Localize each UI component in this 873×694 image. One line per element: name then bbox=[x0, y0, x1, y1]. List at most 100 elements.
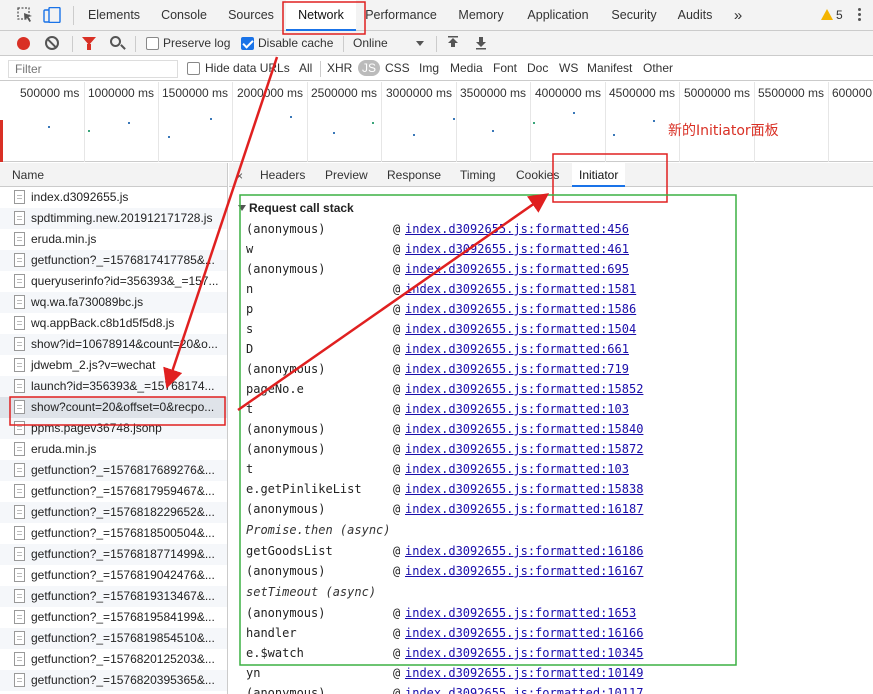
request-row[interactable]: launch?id=356393&_=15768174... bbox=[0, 376, 227, 397]
request-row[interactable]: queryuserinfo?id=356393&_=157... bbox=[0, 271, 227, 292]
source-location-link[interactable]: index.d3092655.js:formatted:10117 bbox=[405, 683, 643, 694]
request-row[interactable]: getfunction?_=1576818771499&... bbox=[0, 544, 227, 565]
filter-input[interactable] bbox=[8, 60, 178, 78]
tab-preview[interactable]: Preview bbox=[325, 163, 368, 187]
source-location-link[interactable]: index.d3092655.js:formatted:661 bbox=[405, 339, 629, 359]
inspect-element-icon[interactable] bbox=[17, 7, 35, 23]
request-row[interactable]: eruda.min.js bbox=[0, 229, 227, 250]
request-row[interactable]: eruda.min.js bbox=[0, 439, 227, 460]
filter-type-img[interactable]: Img bbox=[419, 61, 439, 75]
request-row[interactable]: ppms.pagev36748.jsonp bbox=[0, 418, 227, 439]
source-location-link[interactable]: index.d3092655.js:formatted:10345 bbox=[405, 643, 643, 663]
request-call-stack-header[interactable]: Request call stack bbox=[238, 201, 354, 215]
tab-initiator[interactable]: Initiator bbox=[572, 163, 626, 187]
chevron-down-icon[interactable] bbox=[416, 41, 424, 46]
filter-type-js[interactable]: JS bbox=[358, 60, 381, 76]
source-location-link[interactable]: index.d3092655.js:formatted:103 bbox=[405, 399, 629, 419]
tab-timing[interactable]: Timing bbox=[460, 163, 496, 187]
source-location-link[interactable]: index.d3092655.js:formatted:719 bbox=[405, 359, 629, 379]
timeline-overview[interactable]: 500000 ms 1000000 ms 1500000 ms 2000000 … bbox=[0, 82, 873, 162]
request-row[interactable]: getfunction?_=1576817689276&... bbox=[0, 460, 227, 481]
filter-type-doc[interactable]: Doc bbox=[527, 61, 548, 75]
kebab-menu-icon[interactable] bbox=[858, 8, 862, 23]
request-row[interactable]: getfunction?_=1576818500504&... bbox=[0, 523, 227, 544]
tab-headers[interactable]: Headers bbox=[260, 163, 305, 187]
request-row[interactable]: getfunction?_=1576817959467&... bbox=[0, 481, 227, 502]
request-row[interactable]: index.d3092655.js bbox=[0, 187, 227, 208]
tab-sources[interactable]: Sources bbox=[221, 0, 281, 31]
request-row[interactable]: getfunction?_=1576819042476&... bbox=[0, 565, 227, 586]
source-location-link[interactable]: index.d3092655.js:formatted:1586 bbox=[405, 299, 636, 319]
file-icon bbox=[14, 652, 25, 666]
disable-cache-checkbox[interactable] bbox=[241, 37, 254, 50]
filter-type-other[interactable]: Other bbox=[643, 61, 673, 75]
source-location-link[interactable]: index.d3092655.js:formatted:456 bbox=[405, 219, 629, 239]
request-row[interactable]: getfunction?_=1576819584199&... bbox=[0, 607, 227, 628]
source-location-link[interactable]: index.d3092655.js:formatted:15852 bbox=[405, 379, 643, 399]
source-location-link[interactable]: index.d3092655.js:formatted:15840 bbox=[405, 419, 643, 439]
request-row[interactable]: jdwebm_2.js?v=wechat bbox=[0, 355, 227, 376]
tab-cookies[interactable]: Cookies bbox=[516, 163, 559, 187]
source-location-link[interactable]: index.d3092655.js:formatted:1653 bbox=[405, 603, 636, 623]
left-edge-marker bbox=[0, 120, 3, 162]
filter-type-all[interactable]: All bbox=[299, 61, 312, 75]
source-location-link[interactable]: index.d3092655.js:formatted:10149 bbox=[405, 663, 643, 683]
filter-toggle-icon[interactable] bbox=[82, 37, 96, 50]
tab-application[interactable]: Application bbox=[522, 0, 594, 31]
tab-audits[interactable]: Audits bbox=[673, 0, 717, 31]
timeline-request-mark bbox=[88, 130, 90, 132]
tab-console[interactable]: Console bbox=[152, 0, 216, 31]
request-row[interactable]: getfunction?_=1576818229652&... bbox=[0, 502, 227, 523]
source-location-link[interactable]: index.d3092655.js:formatted:1581 bbox=[405, 279, 636, 299]
filter-type-font[interactable]: Font bbox=[493, 61, 517, 75]
request-row[interactable]: spdtimming.new.201912171728.js bbox=[0, 208, 227, 229]
async-boundary: setTimeout (async) bbox=[246, 585, 377, 599]
source-location-link[interactable]: index.d3092655.js:formatted:1504 bbox=[405, 319, 636, 339]
request-row[interactable]: wq.wa.fa730089bc.js bbox=[0, 292, 227, 313]
export-har-icon[interactable] bbox=[475, 36, 487, 50]
request-row[interactable]: getfunction?_=1576820395365&... bbox=[0, 670, 227, 691]
source-location-link[interactable]: index.d3092655.js:formatted:16187 bbox=[405, 499, 643, 519]
request-row[interactable]: wq.appBack.c8b1d5f5d8.js bbox=[0, 313, 227, 334]
filter-type-css[interactable]: CSS bbox=[385, 61, 410, 75]
filter-type-media[interactable]: Media bbox=[450, 61, 483, 75]
source-location-link[interactable]: index.d3092655.js:formatted:15838 bbox=[405, 479, 643, 499]
source-location-link[interactable]: index.d3092655.js:formatted:16186 bbox=[405, 541, 643, 561]
request-row[interactable]: getfunction?_=1576819854510&... bbox=[0, 628, 227, 649]
import-har-icon[interactable] bbox=[447, 36, 459, 50]
request-list: index.d3092655.js spdtimming.new.20191217… bbox=[0, 187, 227, 691]
more-tabs-button[interactable]: » bbox=[728, 0, 748, 31]
close-icon[interactable]: × bbox=[236, 169, 243, 183]
throttle-select[interactable]: Online bbox=[353, 36, 388, 50]
filter-type-manifest[interactable]: Manifest bbox=[587, 61, 632, 75]
source-location-link[interactable]: index.d3092655.js:formatted:461 bbox=[405, 239, 629, 259]
preserve-log-checkbox[interactable] bbox=[146, 37, 159, 50]
source-location-link[interactable]: index.d3092655.js:formatted:103 bbox=[405, 459, 629, 479]
record-button[interactable] bbox=[17, 37, 30, 50]
tab-performance[interactable]: Performance bbox=[362, 0, 440, 31]
search-icon[interactable] bbox=[110, 36, 121, 47]
at-symbol: @ bbox=[393, 322, 401, 336]
request-row[interactable]: show?id=10678914&count=20&o... bbox=[0, 334, 227, 355]
source-location-link[interactable]: index.d3092655.js:formatted:16167 bbox=[405, 561, 643, 581]
source-location-link[interactable]: index.d3092655.js:formatted:16166 bbox=[405, 623, 643, 643]
tab-elements[interactable]: Elements bbox=[80, 0, 148, 31]
file-icon bbox=[14, 232, 25, 246]
hide-data-urls-checkbox[interactable] bbox=[187, 62, 200, 75]
filter-type-ws[interactable]: WS bbox=[559, 61, 578, 75]
request-row[interactable]: getfunction?_=1576817417785&... bbox=[0, 250, 227, 271]
filter-type-xhr[interactable]: XHR bbox=[327, 61, 352, 75]
name-column-header[interactable]: Name bbox=[0, 163, 227, 187]
device-toolbar-icon[interactable] bbox=[43, 7, 61, 23]
request-row[interactable]: show?count=20&offset=0&recpo... bbox=[0, 397, 227, 418]
tab-security[interactable]: Security bbox=[605, 0, 663, 31]
source-location-link[interactable]: index.d3092655.js:formatted:15872 bbox=[405, 439, 643, 459]
tab-network[interactable]: Network bbox=[286, 0, 356, 31]
request-row[interactable]: getfunction?_=1576820125203&... bbox=[0, 649, 227, 670]
tab-memory[interactable]: Memory bbox=[451, 0, 511, 31]
tab-response[interactable]: Response bbox=[387, 163, 441, 187]
request-row[interactable]: getfunction?_=1576819313467&... bbox=[0, 586, 227, 607]
clear-button[interactable] bbox=[45, 36, 59, 50]
source-location-link[interactable]: index.d3092655.js:formatted:695 bbox=[405, 259, 629, 279]
warnings-counter[interactable]: 5 bbox=[821, 8, 843, 22]
